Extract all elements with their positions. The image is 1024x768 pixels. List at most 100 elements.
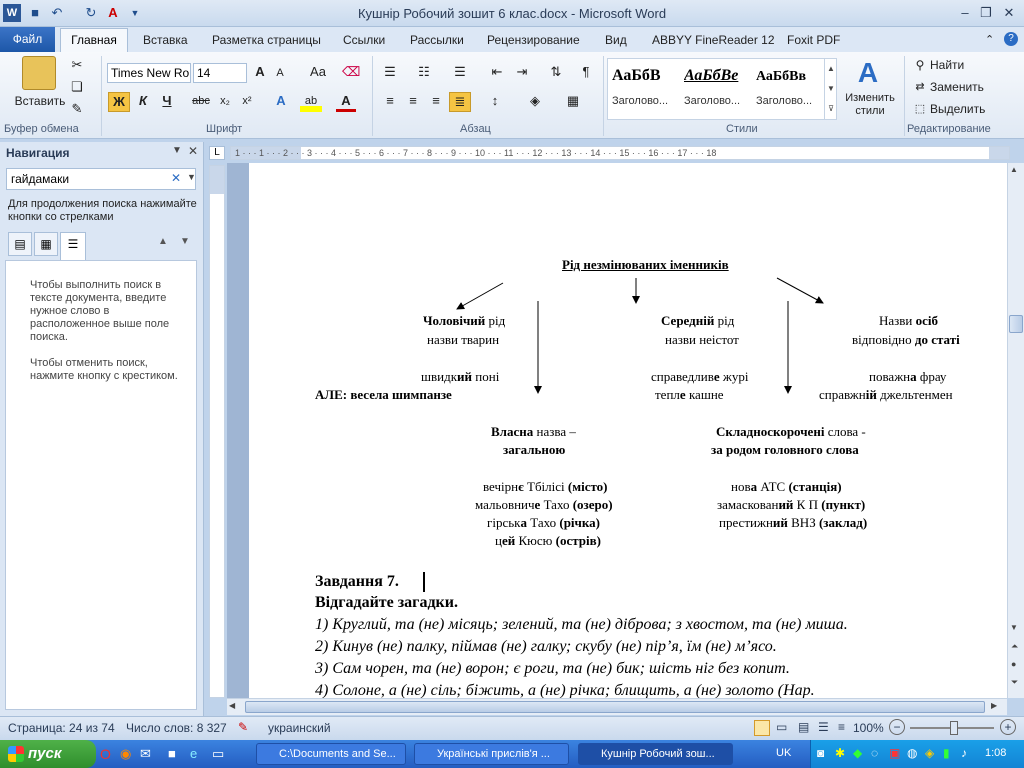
zoom-slider-thumb[interactable] <box>950 721 958 735</box>
text-effects-icon[interactable]: A <box>270 92 292 112</box>
proofing-icon[interactable]: ✎ <box>238 720 248 734</box>
minimize-button[interactable]: – <box>954 4 976 22</box>
headings-tab-icon[interactable]: ▤ <box>8 232 32 256</box>
tab-selector-icon[interactable]: L <box>209 146 225 160</box>
select-button[interactable]: Выделить <box>930 100 990 120</box>
zoom-in-icon[interactable]: + <box>1000 719 1016 735</box>
align-center-icon[interactable]: ≡ <box>403 92 423 112</box>
tray-icon-2[interactable]: ✱ <box>835 746 845 760</box>
task-firefox[interactable]: Українські прислів'я ... <box>414 743 569 765</box>
word-count[interactable]: Число слов: 8 327 <box>126 721 227 735</box>
nav-search-box[interactable]: гайдамаки ✕ ▼ <box>6 168 196 190</box>
superscript-button[interactable]: x² <box>238 92 256 112</box>
clear-search-icon[interactable]: ✕ <box>171 171 181 185</box>
style-preview-3[interactable]: АаБбВв <box>756 69 822 85</box>
decrease-indent-icon[interactable]: ⇤ <box>487 63 507 83</box>
save-quick-icon[interactable]: ■ <box>168 746 176 761</box>
nav-close-icon[interactable]: ✕ <box>188 144 198 158</box>
task-explorer[interactable]: C:\Documents and Se... <box>256 743 406 765</box>
copy-icon[interactable]: ❏ <box>68 78 86 98</box>
borders-icon[interactable]: ▦ <box>562 92 584 112</box>
scroll-left-icon[interactable]: ◀ <box>229 701 235 710</box>
next-result-icon[interactable]: ▼ <box>180 236 190 247</box>
scroll-up-icon[interactable]: ▲ <box>1010 165 1018 174</box>
numbering-icon[interactable]: ☷ <box>414 63 434 83</box>
font-size-field[interactable]: 14 <box>193 63 247 83</box>
document-page[interactable]: Рід незмінюваних іменників Чоловічий рід… <box>249 163 1007 698</box>
justify-icon[interactable]: ≣ <box>449 92 471 112</box>
align-left-icon[interactable]: ≡ <box>380 92 400 112</box>
change-case-button[interactable]: Аа <box>305 63 331 83</box>
scroll-down-icon[interactable]: ▼ <box>1010 623 1018 632</box>
styles-scroll-icon[interactable]: ▲ ▼ ⊽ <box>824 59 837 119</box>
task-word[interactable]: Кушнір Робочий зош... <box>578 743 733 765</box>
binoculars-icon[interactable]: ⚲ <box>912 56 928 76</box>
tab-file[interactable]: Файл <box>0 27 55 52</box>
language-indicator[interactable]: украинский <box>268 721 331 735</box>
volume-icon[interactable]: ♪ <box>961 746 967 760</box>
keyboard-language[interactable]: UK <box>776 747 791 759</box>
style-preview-2[interactable]: АаБбВе <box>684 67 754 85</box>
pages-tab-icon[interactable]: ▦ <box>34 232 58 256</box>
font-name-field[interactable]: Times New Ro <box>107 63 191 83</box>
tab-references[interactable]: Ссылки <box>343 33 385 47</box>
style-name-3[interactable]: Заголово... <box>756 95 822 107</box>
opera-icon[interactable]: O <box>100 746 111 762</box>
tab-foxit[interactable]: Foxit PDF <box>787 33 840 47</box>
nav-search-input[interactable]: гайдамаки <box>11 172 69 186</box>
restore-button[interactable]: ❐ <box>975 4 997 22</box>
align-right-icon[interactable]: ≡ <box>426 92 446 112</box>
tab-page-layout[interactable]: Разметка страницы <box>212 33 321 47</box>
draft-icon[interactable]: ≡ <box>838 720 845 734</box>
zoom-level[interactable]: 100% <box>853 721 884 735</box>
vertical-ruler[interactable] <box>209 165 225 698</box>
tray-icon-5[interactable]: ▣ <box>889 746 900 760</box>
scroll-thumb[interactable] <box>1009 315 1023 333</box>
help-icon[interactable]: ? <box>1004 32 1018 46</box>
font-color-icon[interactable]: A <box>336 92 356 112</box>
tab-home[interactable]: Главная <box>60 28 128 52</box>
browse-object-icon[interactable]: ● <box>1011 659 1016 669</box>
subscript-button[interactable]: x₂ <box>216 92 234 112</box>
replace-button[interactable]: Заменить <box>930 78 990 98</box>
tab-view[interactable]: Вид <box>605 33 627 47</box>
cut-icon[interactable]: ✂ <box>68 56 86 76</box>
tray-icon-4[interactable]: ◌ <box>871 746 878 760</box>
full-screen-icon[interactable]: ▭ <box>776 720 787 734</box>
nav-menu-icon[interactable]: ▼ <box>172 145 182 156</box>
strikethrough-button[interactable]: abc <box>190 92 212 112</box>
paste-icon[interactable] <box>22 56 56 90</box>
italic-button[interactable]: К <box>134 92 152 112</box>
tray-icon-3[interactable]: ◆ <box>853 746 862 760</box>
outline-icon[interactable]: ☰ <box>818 720 829 734</box>
hscroll-thumb[interactable] <box>245 701 985 713</box>
print-layout-icon[interactable] <box>754 720 770 736</box>
sort-icon[interactable]: ⇅ <box>546 63 566 83</box>
highlight-icon[interactable]: ab <box>300 92 322 112</box>
shading-icon[interactable]: ◈ <box>524 92 546 112</box>
firefox-icon[interactable]: ◉ <box>120 746 131 762</box>
tray-icon-6[interactable]: ◍ <box>907 746 917 760</box>
tray-icon-7[interactable]: ◈ <box>925 746 934 760</box>
multilevel-list-icon[interactable]: ☰ <box>450 63 470 83</box>
increase-indent-icon[interactable]: ⇥ <box>512 63 532 83</box>
minimize-ribbon-icon[interactable]: ⌃ <box>985 33 994 46</box>
vertical-scrollbar[interactable]: ▲ ▼ ⏶ ● ⏷ <box>1007 163 1024 698</box>
tab-mailings[interactable]: Рассылки <box>410 33 464 47</box>
outlook-icon[interactable]: ✉ <box>140 746 151 762</box>
clear-format-icon[interactable]: ⌫ <box>342 63 360 83</box>
desktop-icon[interactable]: ▭ <box>212 746 224 762</box>
previous-page-icon[interactable]: ⏶ <box>1011 641 1018 652</box>
previous-result-icon[interactable]: ▲ <box>158 236 168 247</box>
page-indicator[interactable]: Страница: 24 из 74 <box>8 721 115 735</box>
shrink-font-icon[interactable]: A <box>272 64 288 84</box>
search-options-icon[interactable]: ▼ <box>187 172 196 182</box>
change-styles-icon[interactable]: A <box>848 56 888 90</box>
web-layout-icon[interactable]: ▤ <box>798 720 809 734</box>
scroll-right-icon[interactable]: ▶ <box>991 701 997 710</box>
grow-font-icon[interactable]: A <box>251 63 269 83</box>
find-button[interactable]: Найти <box>930 56 980 76</box>
zoom-out-icon[interactable]: − <box>889 719 905 735</box>
show-marks-icon[interactable]: ¶ <box>576 63 596 83</box>
tray-icon-8[interactable]: ▮ <box>943 746 950 760</box>
